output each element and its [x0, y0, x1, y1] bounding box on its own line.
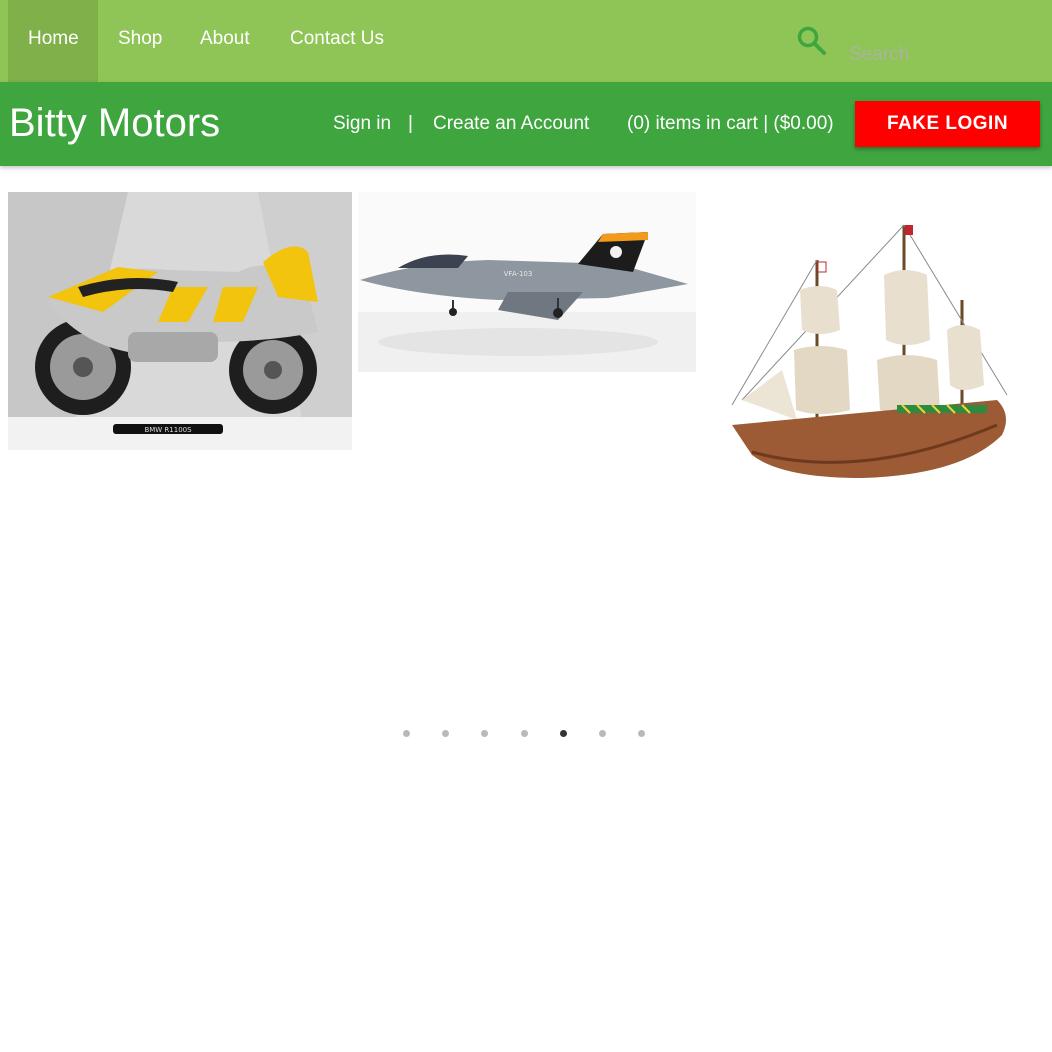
- search-input[interactable]: [840, 38, 1040, 72]
- slide-motorcycle[interactable]: BMW R1100S: [8, 192, 352, 450]
- search-icon[interactable]: [795, 24, 827, 56]
- carousel-dot[interactable]: [403, 730, 410, 737]
- create-account-link[interactable]: Create an Account: [433, 112, 589, 136]
- top-nav: Home Shop About Contact Us: [0, 0, 1052, 82]
- brand-bar: Bitty Motors Sign in | Create an Account…: [0, 82, 1052, 166]
- nav-home[interactable]: Home: [8, 0, 98, 82]
- carousel-dot[interactable]: [442, 730, 450, 737]
- nav-about[interactable]: About: [180, 0, 270, 82]
- motorcycle-image: BMW R1100S: [8, 192, 352, 450]
- product-carousel: BMW R1100S VFA-103: [0, 190, 1052, 737]
- carousel-dot[interactable]: [520, 730, 528, 737]
- cart-summary[interactable]: (0) items in cart | ($0.00): [627, 112, 834, 136]
- nav-contact-us[interactable]: Contact Us: [270, 0, 404, 82]
- carousel-pagination: [400, 730, 660, 740]
- carousel-dot[interactable]: [638, 730, 646, 737]
- sign-in-link[interactable]: Sign in: [333, 112, 391, 136]
- carousel-dot[interactable]: [599, 730, 606, 737]
- link-separator: |: [408, 113, 413, 134]
- motorcycle-caption: BMW R1100S: [144, 426, 192, 434]
- site-title[interactable]: Bitty Motors: [9, 99, 220, 147]
- carousel-dot[interactable]: [481, 730, 489, 737]
- nav-shop[interactable]: Shop: [98, 0, 182, 82]
- jet-caption: VFA-103: [504, 270, 533, 278]
- sailing-ship-image: [731, 224, 1008, 478]
- slide-sailing-ship[interactable]: [722, 220, 1022, 490]
- fake-login-button[interactable]: FAKE LOGIN: [855, 101, 1040, 147]
- fighter-jet-image: VFA-103: [358, 192, 696, 372]
- slide-fighter-jet[interactable]: VFA-103: [358, 192, 696, 372]
- carousel-dot[interactable]: [559, 730, 567, 737]
